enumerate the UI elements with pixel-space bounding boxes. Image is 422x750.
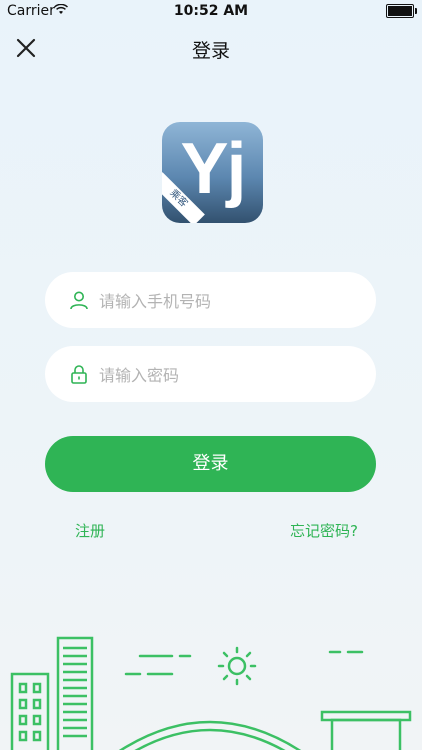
phone-input[interactable] [97, 272, 361, 330]
phone-field[interactable] [45, 272, 376, 330]
user-icon [70, 291, 88, 310]
lock-icon [71, 365, 87, 384]
building-left [10, 672, 50, 750]
register-link[interactable]: 注册 [75, 520, 105, 541]
password-field[interactable] [45, 346, 376, 404]
clock: 10:52 AM [173, 3, 249, 19]
building-tower [56, 636, 94, 750]
password-input[interactable] [97, 346, 361, 404]
forgot-password-link[interactable]: 忘记密码? [290, 520, 358, 541]
page-title: 登录 [191, 40, 230, 62]
city-illustration [10, 636, 412, 750]
sun-icon [217, 646, 257, 686]
status-bar: Carrier 10:52 AM [0, 0, 422, 22]
building-right [320, 710, 412, 750]
app-logo: Yj 乘客 [162, 122, 263, 223]
login-button[interactable]: 登录 [45, 436, 376, 492]
battery-icon [386, 4, 417, 18]
nav-bar: 登录 [0, 22, 422, 74]
bridge [119, 720, 301, 750]
